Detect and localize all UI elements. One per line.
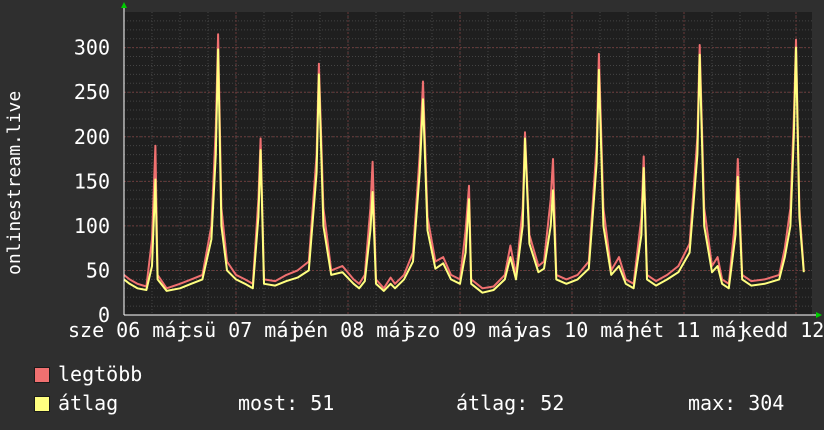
y-tick-label: 150 bbox=[74, 169, 110, 193]
y-tick-label: 100 bbox=[74, 214, 110, 238]
x-tick-label: hét 11 máj bbox=[628, 318, 748, 342]
x-tick-label: vas 10 máj bbox=[516, 318, 636, 342]
y-axis-label: onlinestream.live bbox=[4, 90, 25, 275]
legend-swatch-max bbox=[34, 367, 50, 383]
x-tick-label: csü 07 máj bbox=[180, 318, 300, 342]
y-tick-label: 50 bbox=[86, 258, 110, 282]
x-tick-label: kedd 12 máj bbox=[740, 318, 824, 342]
rrd-graph: 0 50 100 150 200 250 300 sze 06 máj csü 07 máj pé… bbox=[0, 0, 824, 430]
y-tick-label: 200 bbox=[74, 125, 110, 149]
stat-max: max: 304 bbox=[688, 391, 785, 415]
legend-label-max: legtöbb bbox=[58, 362, 143, 386]
legend-swatch-avg bbox=[34, 396, 50, 412]
stat-average: átlag: 52 bbox=[456, 391, 565, 415]
x-tick-label: sze 06 máj bbox=[68, 318, 188, 342]
x-tick-label: pén 08 máj bbox=[292, 318, 412, 342]
x-tick-label: szo 09 máj bbox=[404, 318, 524, 342]
y-tick-label: 250 bbox=[74, 80, 110, 104]
y-tick-label: 300 bbox=[74, 36, 110, 60]
stat-now: most: 51 bbox=[238, 391, 335, 415]
legend-label-avg: átlag bbox=[58, 391, 119, 415]
